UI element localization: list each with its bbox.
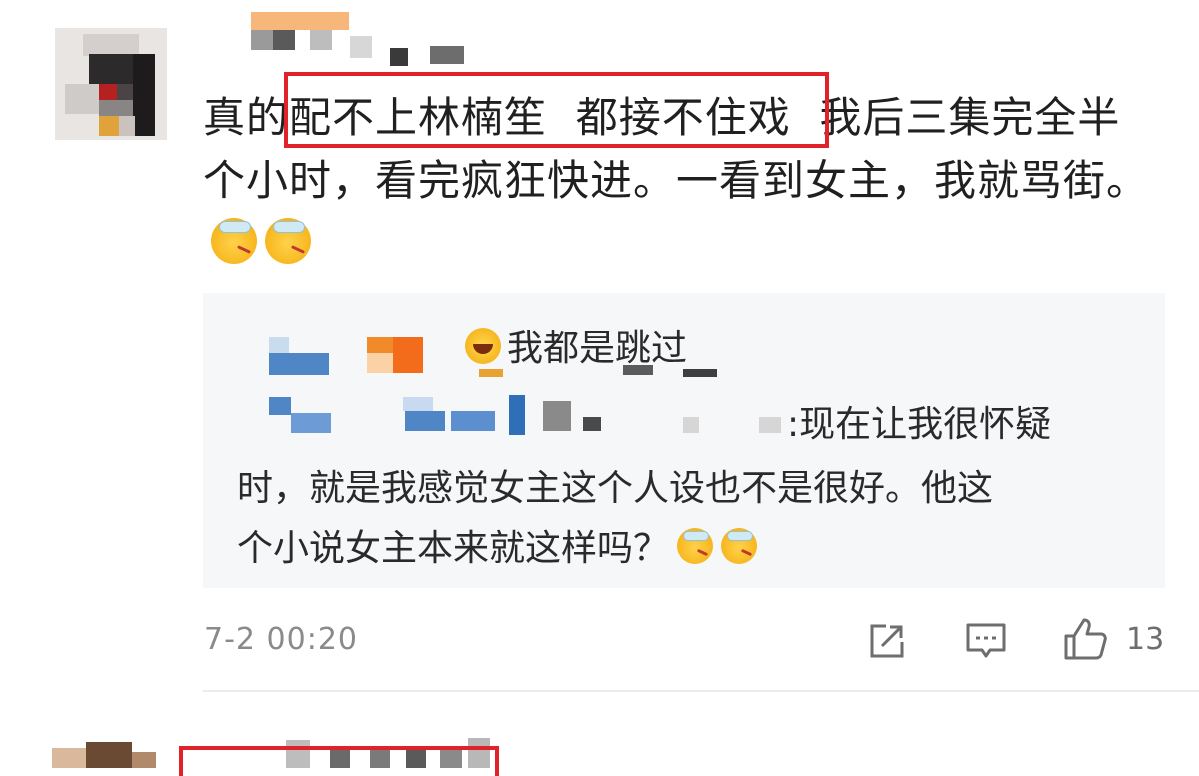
reply-line-3: 时，就是我感觉女主这个人设也不是很好。他这 (237, 468, 994, 509)
reply-line-4-text: 个小说女主本来就这样吗？ (237, 528, 670, 569)
laugh-emoji-icon (465, 328, 501, 364)
avatar[interactable] (55, 28, 167, 140)
highlight-box-next (179, 746, 499, 776)
reply-quote-box[interactable]: 我都是跳过 :现在让我很怀疑 时，就是我感觉女主这个人设也不是很好。他这 个小说… (203, 293, 1165, 588)
comment-icon[interactable] (964, 620, 1008, 662)
reply-line-1-text: 我都是跳过 (507, 328, 688, 369)
like-icon[interactable] (1062, 616, 1108, 662)
divider (203, 690, 1199, 692)
reply-line-4: 个小说女主本来就这样吗？ (237, 519, 758, 571)
sick-face-emoji-icon (265, 218, 311, 264)
sick-face-emoji-icon (721, 528, 758, 564)
timestamp: 7-2 00:20 (204, 622, 358, 657)
highlight-box (284, 72, 829, 148)
comment-text-before: 真的 (203, 93, 290, 142)
reply-line-2: :现在让我很怀疑 (787, 404, 1052, 445)
share-icon[interactable] (866, 620, 908, 662)
like-count: 13 (1126, 622, 1165, 657)
sick-face-emoji-icon (211, 218, 257, 264)
sick-face-emoji-icon (677, 528, 714, 564)
reply-line-1: 我都是跳过 (465, 319, 687, 371)
